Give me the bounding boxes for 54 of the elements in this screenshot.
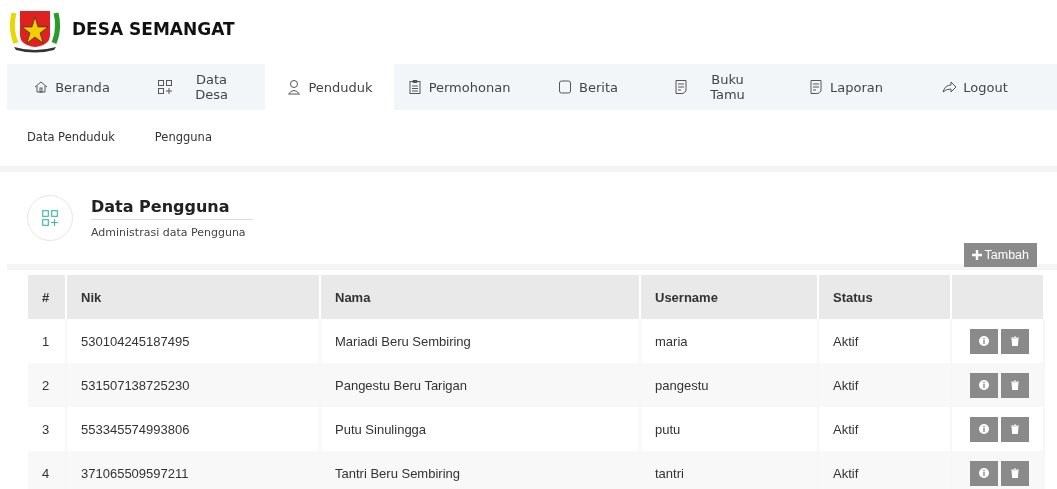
nav-tab[interactable]: Penduduk [265, 64, 394, 110]
nav-tab[interactable]: Logout [910, 64, 1039, 110]
table-cell: Aktif [818, 451, 951, 489]
document-icon [673, 79, 689, 95]
info-icon [979, 336, 989, 346]
table-cell: pangestu [640, 363, 818, 407]
column-header: Status [818, 275, 951, 319]
info-button[interactable] [970, 416, 998, 442]
info-button[interactable] [970, 328, 998, 354]
square-icon [557, 79, 574, 95]
person-icon [286, 79, 303, 95]
nav-tab[interactable]: Laporan [781, 64, 910, 110]
subnav-link[interactable]: Pengguna [154, 130, 212, 166]
column-header: Nik [66, 275, 320, 319]
info-button[interactable] [970, 372, 998, 398]
subnav-link[interactable]: Data Penduduk [27, 130, 115, 166]
nav-tab[interactable]: Buku Tamu [652, 64, 781, 110]
column-header: Nama [320, 275, 640, 319]
grid-plus-icon [157, 79, 173, 95]
clipboard-icon [406, 79, 423, 95]
delete-button[interactable] [1001, 460, 1029, 486]
table-cell: 371065509597211 [66, 451, 320, 489]
info-button[interactable] [970, 460, 998, 486]
nav-tab[interactable]: Permohonan [394, 64, 523, 110]
trash-icon [1010, 424, 1020, 434]
info-icon [979, 468, 989, 478]
table-cell: 2 [28, 363, 66, 407]
trash-icon [1010, 468, 1020, 478]
trash-icon [1010, 336, 1020, 346]
app-title: DESA SEMANGAT [72, 19, 235, 39]
trash-icon [1010, 380, 1020, 390]
delete-button[interactable] [1001, 416, 1029, 442]
grid-plus-icon [41, 209, 59, 227]
table-cell: Pangestu Beru Tarigan [320, 363, 640, 407]
nav-tab[interactable]: Berita [523, 64, 652, 110]
table-cell: Tantri Beru Sembiring [320, 451, 640, 489]
plus-icon [971, 250, 982, 260]
document-icon [808, 79, 824, 95]
page-title: Data Pengguna [91, 197, 253, 220]
share-arrow-icon [941, 79, 958, 95]
delete-button[interactable] [1001, 328, 1029, 354]
nav-tab[interactable]: Beranda [7, 64, 136, 110]
table-cell: tantri [640, 451, 818, 489]
table-cell: Aktif [818, 363, 951, 407]
column-header: Username [640, 275, 818, 319]
info-icon [979, 424, 989, 434]
info-icon [979, 380, 989, 390]
page-subtitle: Administrasi data Pengguna [91, 226, 247, 239]
table-cell: 531507138725230 [66, 363, 320, 407]
column-header: # [28, 275, 66, 319]
nav-tab[interactable]: Data Desa [136, 64, 265, 110]
delete-button[interactable] [1001, 372, 1029, 398]
table-cell: 4 [28, 451, 66, 489]
house-icon [33, 79, 50, 95]
